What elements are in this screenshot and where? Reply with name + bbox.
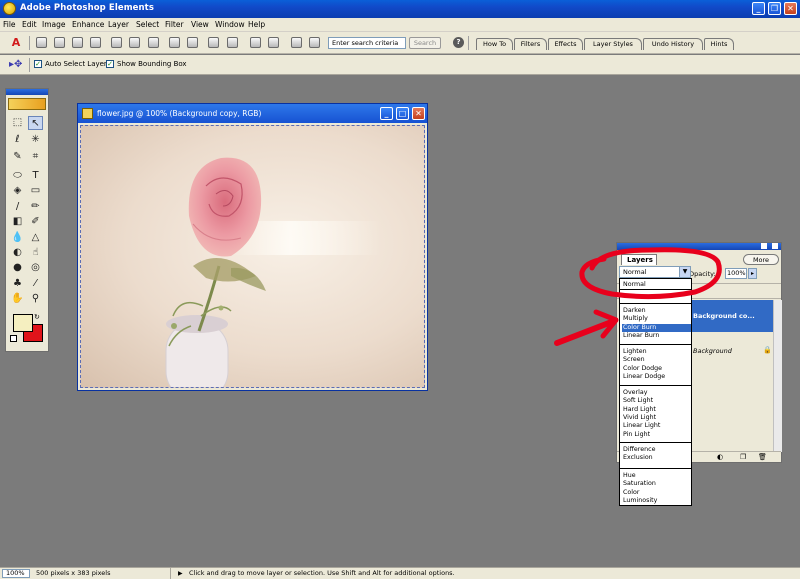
status-bar: 100% 500 pixels x 383 pixels ▶ Click and… xyxy=(0,567,800,579)
foreground-color-swatch[interactable] xyxy=(13,314,33,332)
status-divider xyxy=(170,568,171,579)
zoom-level[interactable]: 100% xyxy=(2,569,30,578)
document-size: 500 pixels x 383 pixels xyxy=(36,569,111,577)
status-arrow-icon[interactable]: ▶ xyxy=(178,569,183,578)
status-hint: Click and drag to move layer or selectio… xyxy=(189,569,455,577)
red-annotation xyxy=(554,247,722,346)
annotation-circle xyxy=(579,247,722,300)
